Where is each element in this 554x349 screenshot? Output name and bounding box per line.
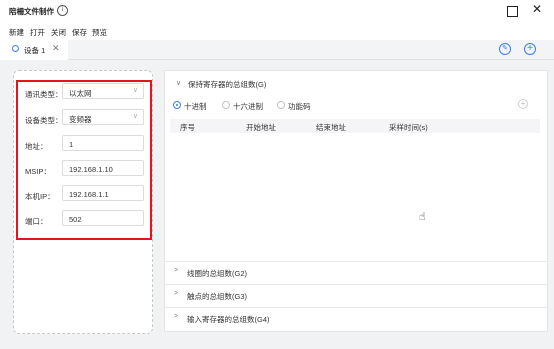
add-icon[interactable]: + — [524, 43, 536, 55]
chevron-right-icon: > — [174, 313, 179, 320]
section-contacts-label: 触点的总组数(G3) — [187, 292, 247, 301]
radio-hex[interactable] — [222, 101, 230, 109]
radio-function-code[interactable] — [277, 101, 285, 109]
col-start-address: 开始地址 — [246, 123, 276, 132]
menu-close[interactable]: 关闭 — [51, 27, 66, 38]
col-index: 序号 — [180, 123, 195, 132]
maximize-icon[interactable] — [507, 6, 518, 17]
holding-register-section-title[interactable]: 保持寄存器的总组数(G) — [188, 79, 266, 90]
close-icon[interactable]: ✕ — [532, 2, 542, 16]
window-title: 陪柵文件制作 — [9, 7, 54, 16]
col-end-address: 结束地址 — [316, 123, 346, 132]
hand-cursor-icon: ☝ — [419, 211, 426, 223]
section-input-registers-label: 输入寄存器的总组数(G4) — [187, 315, 270, 324]
chevron-right-icon: > — [174, 290, 179, 297]
radio-decimal[interactable] — [173, 101, 181, 109]
menu-save[interactable]: 保存 — [72, 27, 87, 38]
chevron-down-icon[interactable]: ∨ — [176, 79, 181, 87]
menu-open[interactable]: 打开 — [30, 27, 45, 38]
table-header: 序号 开始地址 结束地址 采样时间(s) — [170, 119, 540, 133]
menu-preview[interactable]: 预览 — [92, 27, 107, 38]
section-coils[interactable]: > 线圈的总组数(G2) — [165, 261, 547, 280]
title-bar: 陪柵文件制作 i ✕ — [0, 0, 554, 22]
section-input-registers[interactable]: > 输入寄存器的总组数(G4) — [165, 307, 547, 326]
highlight-box — [16, 80, 152, 240]
tab-close-icon[interactable]: ✕ — [52, 43, 60, 54]
section-coils-label: 线圈的总组数(G2) — [187, 269, 247, 278]
info-icon[interactable]: i — [57, 5, 68, 16]
tab-strip: 设备 1 ✕ ✎ + — [0, 40, 554, 60]
radio-function-code-label: 功能码 — [288, 102, 311, 111]
tab-label: 设备 1 — [24, 46, 46, 55]
add-row-icon[interactable]: + — [518, 99, 528, 109]
col-sample-time: 采样时间(s) — [389, 123, 428, 132]
gear-icon — [12, 45, 19, 52]
radio-hex-label: 十六进制 — [233, 102, 263, 111]
menu-new[interactable]: 新建 — [9, 27, 24, 38]
tab-device-1[interactable]: 设备 1 ✕ — [0, 40, 68, 60]
edit-icon[interactable]: ✎ — [499, 43, 511, 55]
radio-decimal-label: 十进制 — [184, 102, 207, 111]
chevron-right-icon: > — [174, 267, 179, 274]
section-contacts[interactable]: > 触点的总组数(G3) — [165, 284, 547, 303]
